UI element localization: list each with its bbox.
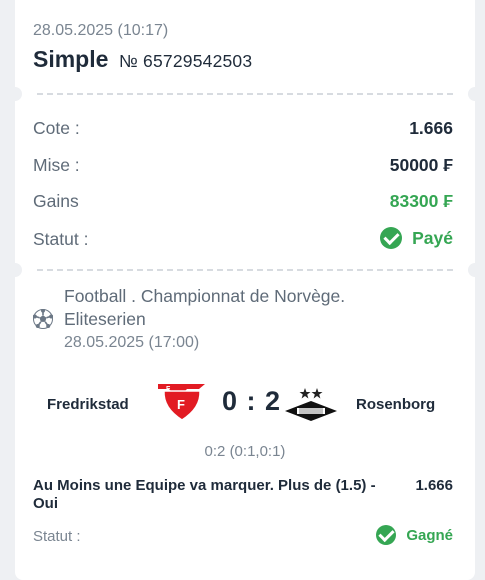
ticket-notch	[468, 263, 482, 277]
rosenborg-logo-icon	[285, 388, 337, 421]
market-odds: 1.666	[415, 477, 453, 494]
stake-value: 50000 ₣	[389, 155, 453, 175]
league-name: Football . Championnat de Norvège. Elite…	[64, 286, 346, 329]
status-row: Statut : Payé	[33, 227, 453, 253]
bet-market: Au Moins une Equipe va marquer. Plus de …	[33, 477, 376, 512]
bet-card: 28.05.2025 (10:17) Simple № 65729542503 …	[8, 0, 482, 580]
win-row: Gains 83300 ₣	[33, 191, 453, 215]
odds-label: Cote :	[33, 118, 80, 138]
match-score: 0 : 2	[222, 386, 282, 416]
win-label: Gains	[33, 191, 79, 211]
ticket-notch	[468, 87, 482, 101]
svg-text:F: F	[166, 386, 171, 393]
football-icon	[33, 309, 53, 329]
stake-label: Mise :	[33, 155, 80, 175]
stake-row: Mise : 50000 ₣	[33, 155, 453, 179]
score-detail: 0:2 (0:1,0:1)	[204, 443, 286, 460]
home-team: Fredrikstad	[47, 396, 129, 413]
event-status-value: Gagné	[406, 526, 453, 544]
status-badge: Payé	[380, 227, 453, 249]
check-circle-icon	[380, 227, 403, 249]
event-date: 28.05.2025 (17:00)	[64, 334, 200, 351]
ticket-notch	[8, 87, 22, 101]
fredrikstad-logo-icon: F F	[158, 384, 205, 421]
win-value: 83300 ₣	[389, 191, 453, 211]
status-value: Payé	[412, 227, 453, 248]
away-team: Rosenborg	[356, 396, 436, 413]
status-label: Statut :	[33, 229, 89, 249]
event-status-badge: Gagné	[376, 525, 453, 545]
odds-row: Cote : 1.666	[33, 118, 453, 142]
odds-value: 1.666	[409, 118, 453, 138]
event-status-label: Statut :	[33, 528, 81, 545]
bet-date: 28.05.2025 (10:17)	[33, 22, 169, 39]
svg-text:F: F	[177, 397, 185, 412]
divider	[37, 269, 453, 271]
ticket-notch	[8, 263, 22, 277]
bet-number: № 65729542503	[119, 51, 253, 71]
divider	[37, 93, 453, 95]
bet-type: Simple	[33, 46, 109, 72]
check-circle-icon	[376, 525, 397, 545]
